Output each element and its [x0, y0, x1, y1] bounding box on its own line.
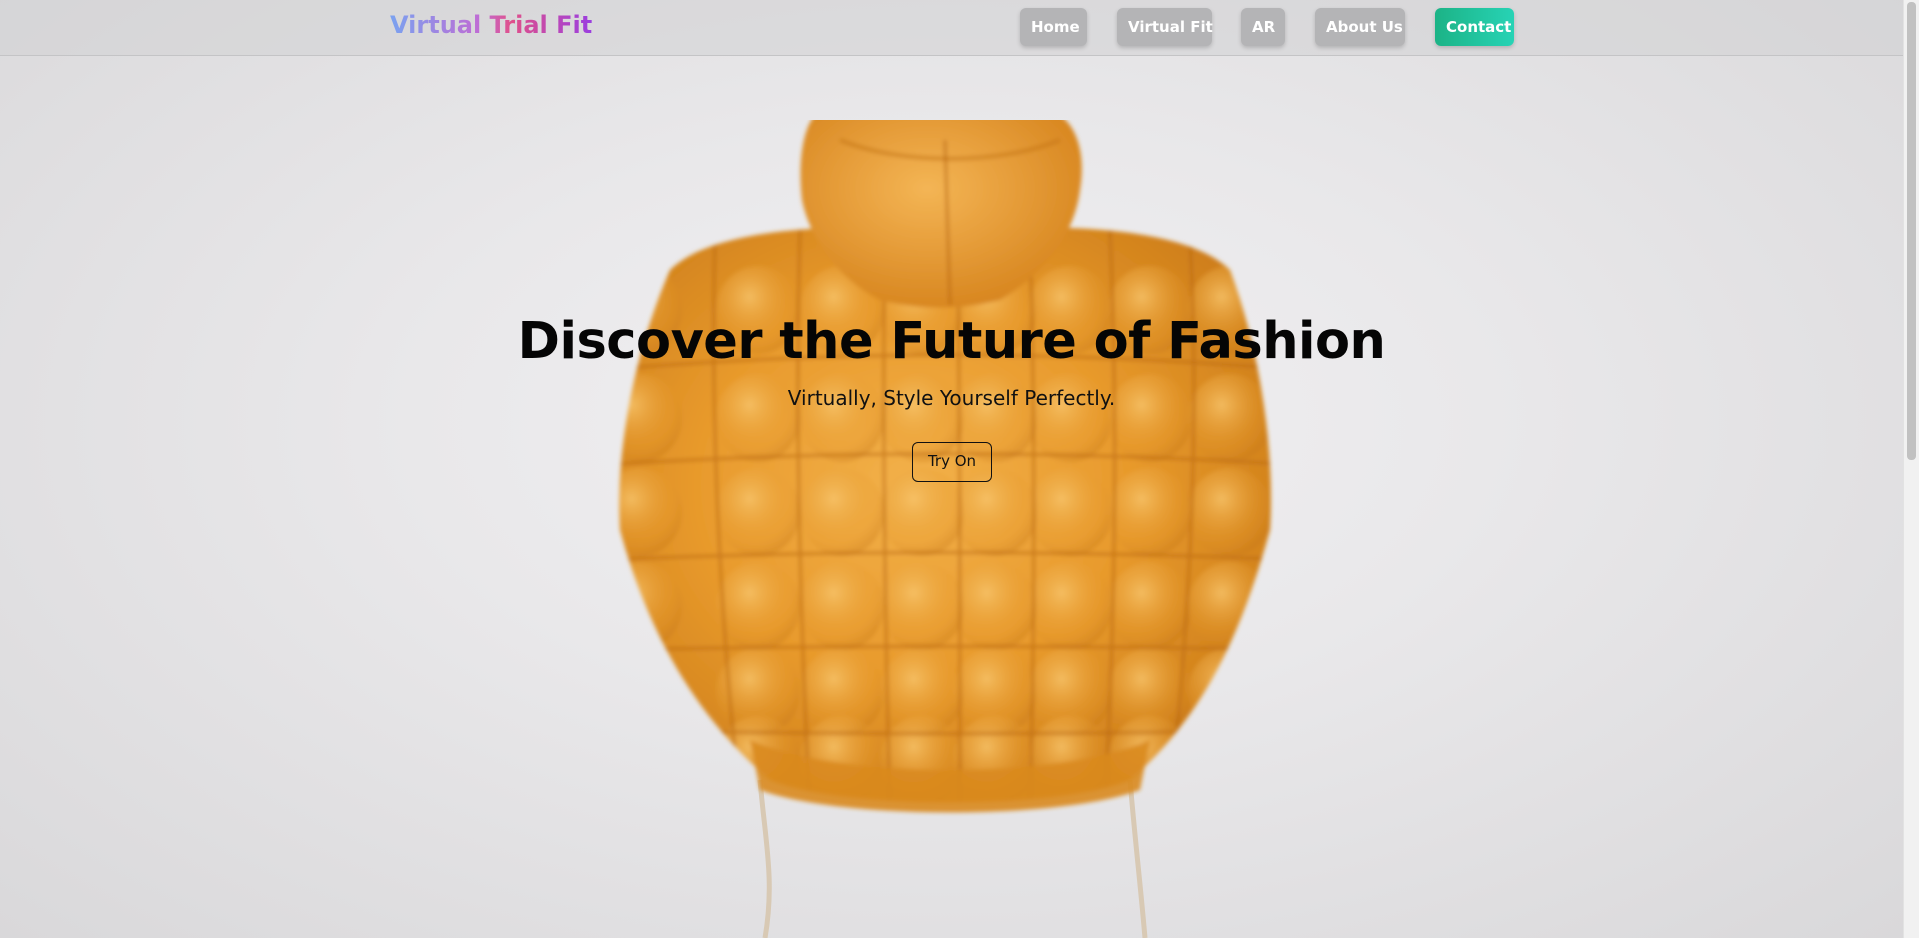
hero-jacket-image [540, 120, 1360, 938]
nav-contact-button[interactable]: Contact [1435, 8, 1514, 46]
nav-home-button[interactable]: Home [1020, 8, 1087, 46]
nav-virtual-fit-button[interactable]: Virtual Fit [1117, 8, 1213, 46]
site-logo[interactable]: Virtual Trial Fit [390, 11, 592, 39]
scrollbar-thumb[interactable] [1907, 2, 1916, 460]
hero-subtitle: Virtually, Style Yourself Perfectly. [787, 386, 1116, 410]
hero-title: Discover the Future of Fashion [517, 312, 1386, 371]
nav-ar-button[interactable]: AR [1241, 8, 1285, 46]
navbar: Virtual Trial Fit Home Virtual Fit AR Ab… [0, 0, 1903, 56]
page-scrollbar[interactable] [1903, 0, 1919, 938]
nav-about-us-button[interactable]: About Us [1315, 8, 1405, 46]
page: Virtual Trial Fit Home Virtual Fit AR Ab… [0, 0, 1903, 938]
try-on-button[interactable]: Try On [912, 442, 992, 482]
